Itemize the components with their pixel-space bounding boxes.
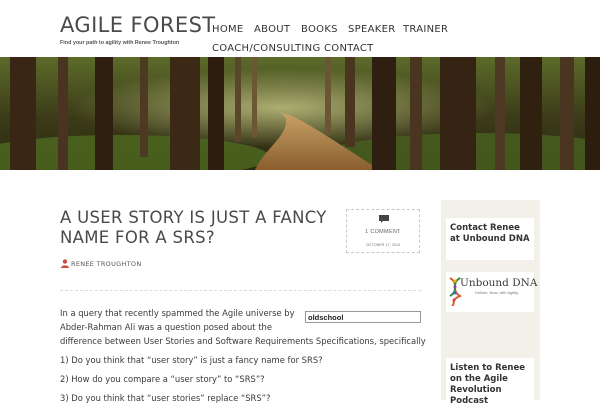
- nav-speaker[interactable]: SPEAKER: [348, 24, 395, 35]
- unbound-dna-logo[interactable]: Unbound DNA Deliver. Now. with Agility.: [446, 272, 538, 312]
- post-image-broken: oldschool: [305, 311, 421, 323]
- widget-title-podcast: Listen to Renee on the Agile Revolution …: [450, 363, 525, 406]
- post-body-line: 3) Do you think that “user stories” repl…: [60, 393, 271, 403]
- nav-about[interactable]: ABOUT: [254, 24, 290, 35]
- sidebar: Contact Renee at Unbound DNA Unbound DNA…: [441, 200, 540, 406]
- comment-bubble-icon: [379, 215, 389, 223]
- image-alt-text: oldschool: [308, 313, 344, 322]
- logo-tagline: Deliver. Now. with Agility.: [475, 290, 519, 295]
- site-title[interactable]: AGILE FOREST: [60, 13, 216, 37]
- comment-count-link[interactable]: 1 COMMENT: [347, 229, 419, 235]
- post-title[interactable]: A USER STORY IS JUST A FANCY NAME FOR A …: [60, 208, 335, 248]
- nav-trainer[interactable]: TRAINER: [403, 24, 448, 35]
- widget-title-contact: Contact Renee at Unbound DNA: [450, 223, 530, 244]
- post-date: OCTOBER 17, 2014: [365, 243, 401, 247]
- post-author-link[interactable]: RENEE TROUGHTON: [71, 260, 142, 268]
- post-body-line: In a query that recently spammed the Agi…: [60, 308, 295, 318]
- user-icon: [61, 259, 69, 268]
- site-tagline: Find your path to agility with Renee Tro…: [60, 40, 180, 46]
- nav-contact[interactable]: CONTACT: [324, 43, 374, 54]
- nav-coach-consulting[interactable]: COACH/CONSULTING: [212, 43, 321, 54]
- nav-books[interactable]: BOOKS: [301, 24, 338, 35]
- sidebar-widget-podcast: Listen to Renee on the Agile Revolution …: [446, 358, 534, 406]
- nav-home[interactable]: HOME: [212, 24, 244, 35]
- post-divider: [60, 290, 421, 291]
- sidebar-widget-contact: Contact Renee at Unbound DNA: [446, 218, 534, 260]
- post-body-line: 1) Do you think that “user story” is jus…: [60, 355, 323, 365]
- logo-text: Unbound DNA: [460, 277, 538, 289]
- post-body-line: difference between User Stories and Soft…: [60, 336, 426, 346]
- post-body-line: 2) How do you compare a “user story” to …: [60, 374, 265, 384]
- header-banner-image: [0, 57, 600, 170]
- comment-meta-box: 1 COMMENT OCTOBER 17, 2014: [346, 209, 420, 253]
- post-body-line: Abder-Rahman Ali was a question posed ab…: [60, 322, 272, 332]
- site-header: AGILE FOREST Find your path to agility w…: [0, 0, 600, 57]
